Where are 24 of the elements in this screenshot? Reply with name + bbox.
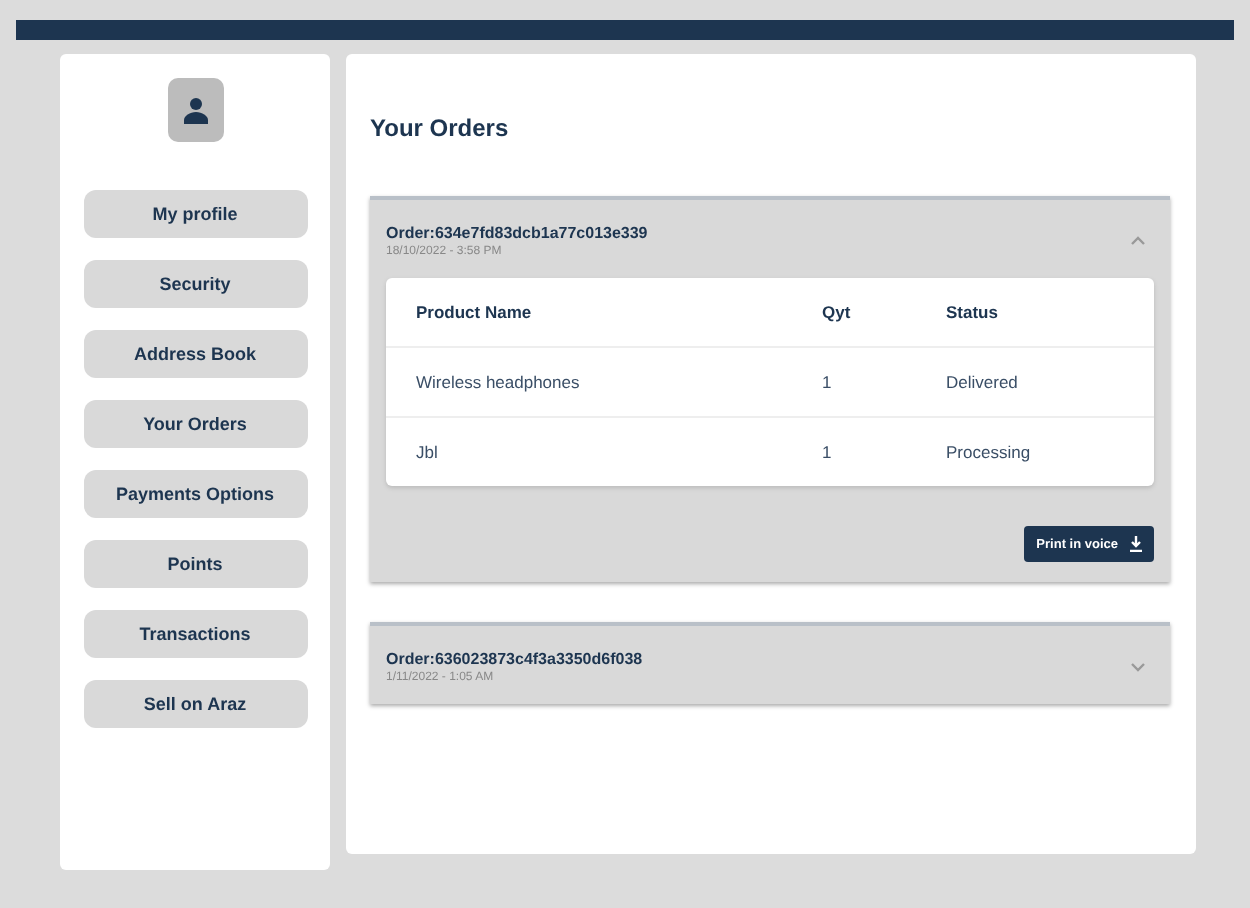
sidebar-item[interactable]: Your Orders <box>83 400 307 448</box>
table-cell-text: Wireless headphones <box>416 372 582 392</box>
sidebar-item[interactable]: My profile <box>83 190 307 238</box>
page-title: Your Orders <box>370 114 511 142</box>
sidebar-item[interactable]: Sell on Araz <box>83 680 307 728</box>
chevron-down-icon[interactable] <box>1130 662 1146 672</box>
sidebar-item[interactable]: Address Book <box>83 330 307 378</box>
order-id: Order:634e7fd83dcb1a77c013e339 <box>386 224 648 242</box>
table-cell-text: 1 <box>822 372 834 392</box>
column-header: Status <box>946 302 1000 322</box>
avatar-icon <box>167 78 223 142</box>
column-header: Qyt <box>822 302 853 322</box>
sidebar-item[interactable]: Payments Options <box>83 470 307 518</box>
column-header: Product Name <box>416 302 534 322</box>
sidebar-item[interactable]: Security <box>83 260 307 308</box>
sidebar-item[interactable]: Transactions <box>83 610 307 658</box>
table-cell-text: Delivered <box>946 372 1020 392</box>
download-icon <box>1130 536 1142 552</box>
table-cell-text: Jbl <box>416 442 440 462</box>
sidebar-item[interactable]: Points <box>83 540 307 588</box>
chevron-up-icon[interactable] <box>1130 236 1146 246</box>
order-id: Order:636023873c4f3a3350d6f038 <box>386 650 643 668</box>
table-cell-text: 1 <box>822 442 834 462</box>
table-cell-text: Processing <box>946 442 1033 462</box>
